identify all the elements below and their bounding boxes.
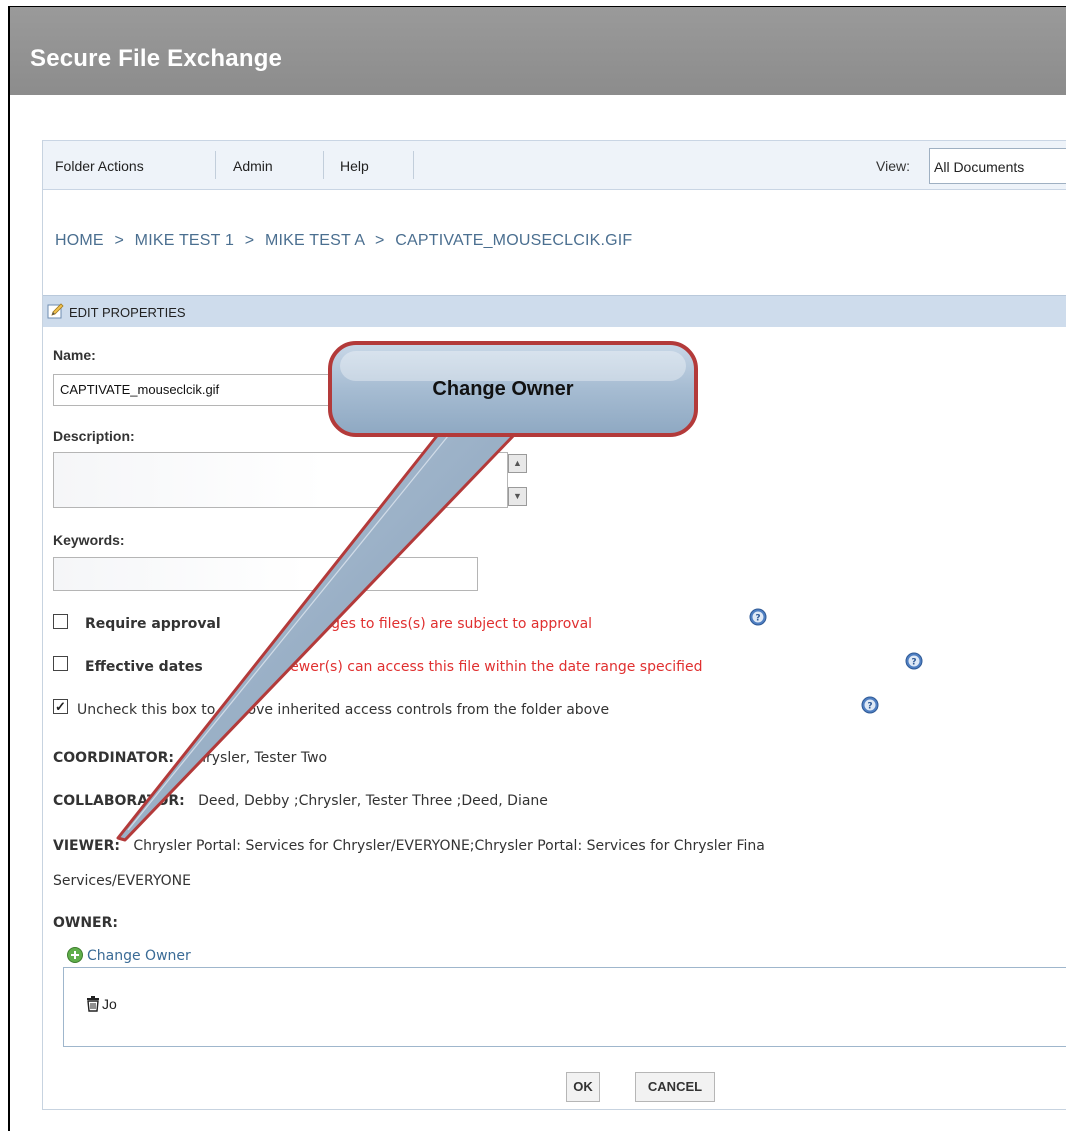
add-circle-icon	[67, 947, 83, 967]
ok-button[interactable]: OK	[566, 1072, 600, 1102]
effective-dates-checkbox[interactable]	[53, 656, 68, 671]
menu-separator	[323, 151, 324, 179]
require-approval-note: Changes to files(s) are subject to appro…	[295, 616, 593, 632]
description-scroll-down[interactable]: ▼	[508, 487, 527, 506]
description-textarea[interactable]	[53, 452, 508, 508]
keywords-label: Keywords:	[53, 532, 125, 548]
coordinator-value: Chrysler, Tester Two	[187, 750, 328, 766]
trash-icon[interactable]	[86, 996, 100, 1015]
breadcrumb-current-file: CAPTIVATE_MOUSECLCIK.GIF	[395, 232, 633, 249]
collaborator-value: Deed, Debby ;Chrysler, Tester Three ;Dee…	[198, 793, 548, 809]
view-label: View:	[876, 158, 910, 174]
svg-text:?: ?	[755, 614, 760, 624]
coordinator-row: COORDINATOR: Chrysler, Tester Two	[53, 750, 327, 766]
name-input[interactable]: CAPTIVATE_mouseclcik.gif	[53, 374, 343, 406]
owner-entry: Jo	[86, 996, 117, 1015]
menu-folder-actions[interactable]: Folder Actions	[55, 158, 144, 174]
help-icon[interactable]: ?	[749, 608, 767, 631]
app-content: Folder Actions Admin Help View: All Docu…	[42, 140, 1066, 1110]
collaborator-label: COLLABORATOR:	[53, 793, 185, 809]
breadcrumb: HOME > MIKE TEST 1 > MIKE TEST A > CAPTI…	[55, 232, 632, 250]
breadcrumb-separator: >	[114, 232, 125, 249]
effective-dates-note: Viewer(s) can access this file within th…	[277, 659, 703, 675]
app-title-bar: Secure File Exchange	[10, 7, 1066, 95]
owner-name: Jo	[102, 996, 117, 1012]
app-title: Secure File Exchange	[30, 45, 283, 72]
collaborator-row: COLLABORATOR: Deed, Debby ;Chrysler, Tes…	[53, 793, 548, 809]
description-scroll-up[interactable]: ▲	[508, 454, 527, 473]
window-frame-left	[8, 6, 10, 1131]
help-icon[interactable]: ?	[861, 696, 879, 719]
menu-admin[interactable]: Admin	[233, 158, 273, 174]
breadcrumb-mike-test-1[interactable]: MIKE TEST 1	[135, 232, 234, 249]
menu-separator	[413, 151, 414, 179]
help-icon[interactable]: ?	[905, 652, 923, 675]
viewer-value: Chrysler Portal: Services for Chrysler/E…	[133, 838, 765, 854]
name-label: Name:	[53, 347, 96, 363]
viewer-value-continued: Services/EVERYONE	[53, 873, 191, 889]
edit-properties-title: EDIT PROPERTIES	[69, 305, 186, 320]
svg-text:?: ?	[911, 658, 916, 668]
breadcrumb-mike-test-a[interactable]: MIKE TEST A	[265, 232, 364, 249]
require-approval-checkbox[interactable]	[53, 614, 68, 629]
inherit-access-label: Uncheck this box to remove inherited acc…	[77, 702, 610, 718]
svg-text:?: ?	[867, 702, 872, 712]
keywords-input[interactable]	[53, 557, 478, 591]
viewer-label: VIEWER:	[53, 838, 120, 854]
require-approval-label: Require approval	[85, 616, 221, 632]
coordinator-label: COORDINATOR:	[53, 750, 174, 766]
callout-text: Change Owner	[432, 378, 574, 400]
change-owner-label[interactable]: Change Owner	[87, 948, 191, 964]
menu-help[interactable]: Help	[340, 158, 369, 174]
breadcrumb-separator: >	[375, 232, 385, 249]
owner-list: Jo	[63, 967, 1066, 1047]
owner-label: OWNER:	[53, 915, 119, 931]
description-label: Description:	[53, 428, 135, 444]
menu-bar: Folder Actions Admin Help View: All Docu…	[43, 140, 1066, 190]
edit-properties-header: EDIT PROPERTIES	[43, 295, 1066, 327]
menu-separator	[215, 151, 216, 179]
pencil-edit-icon	[47, 302, 65, 325]
effective-dates-label: Effective dates	[85, 659, 203, 675]
viewer-row: VIEWER: Chrysler Portal: Services for Ch…	[53, 838, 765, 854]
inherit-access-checkbox[interactable]: ✓	[53, 699, 68, 714]
change-owner-link[interactable]: Change Owner	[67, 947, 191, 967]
cancel-button[interactable]: CANCEL	[635, 1072, 715, 1102]
breadcrumb-separator: >	[244, 232, 255, 249]
view-select[interactable]: All Documents	[929, 148, 1066, 184]
breadcrumb-home[interactable]: HOME	[55, 232, 104, 249]
